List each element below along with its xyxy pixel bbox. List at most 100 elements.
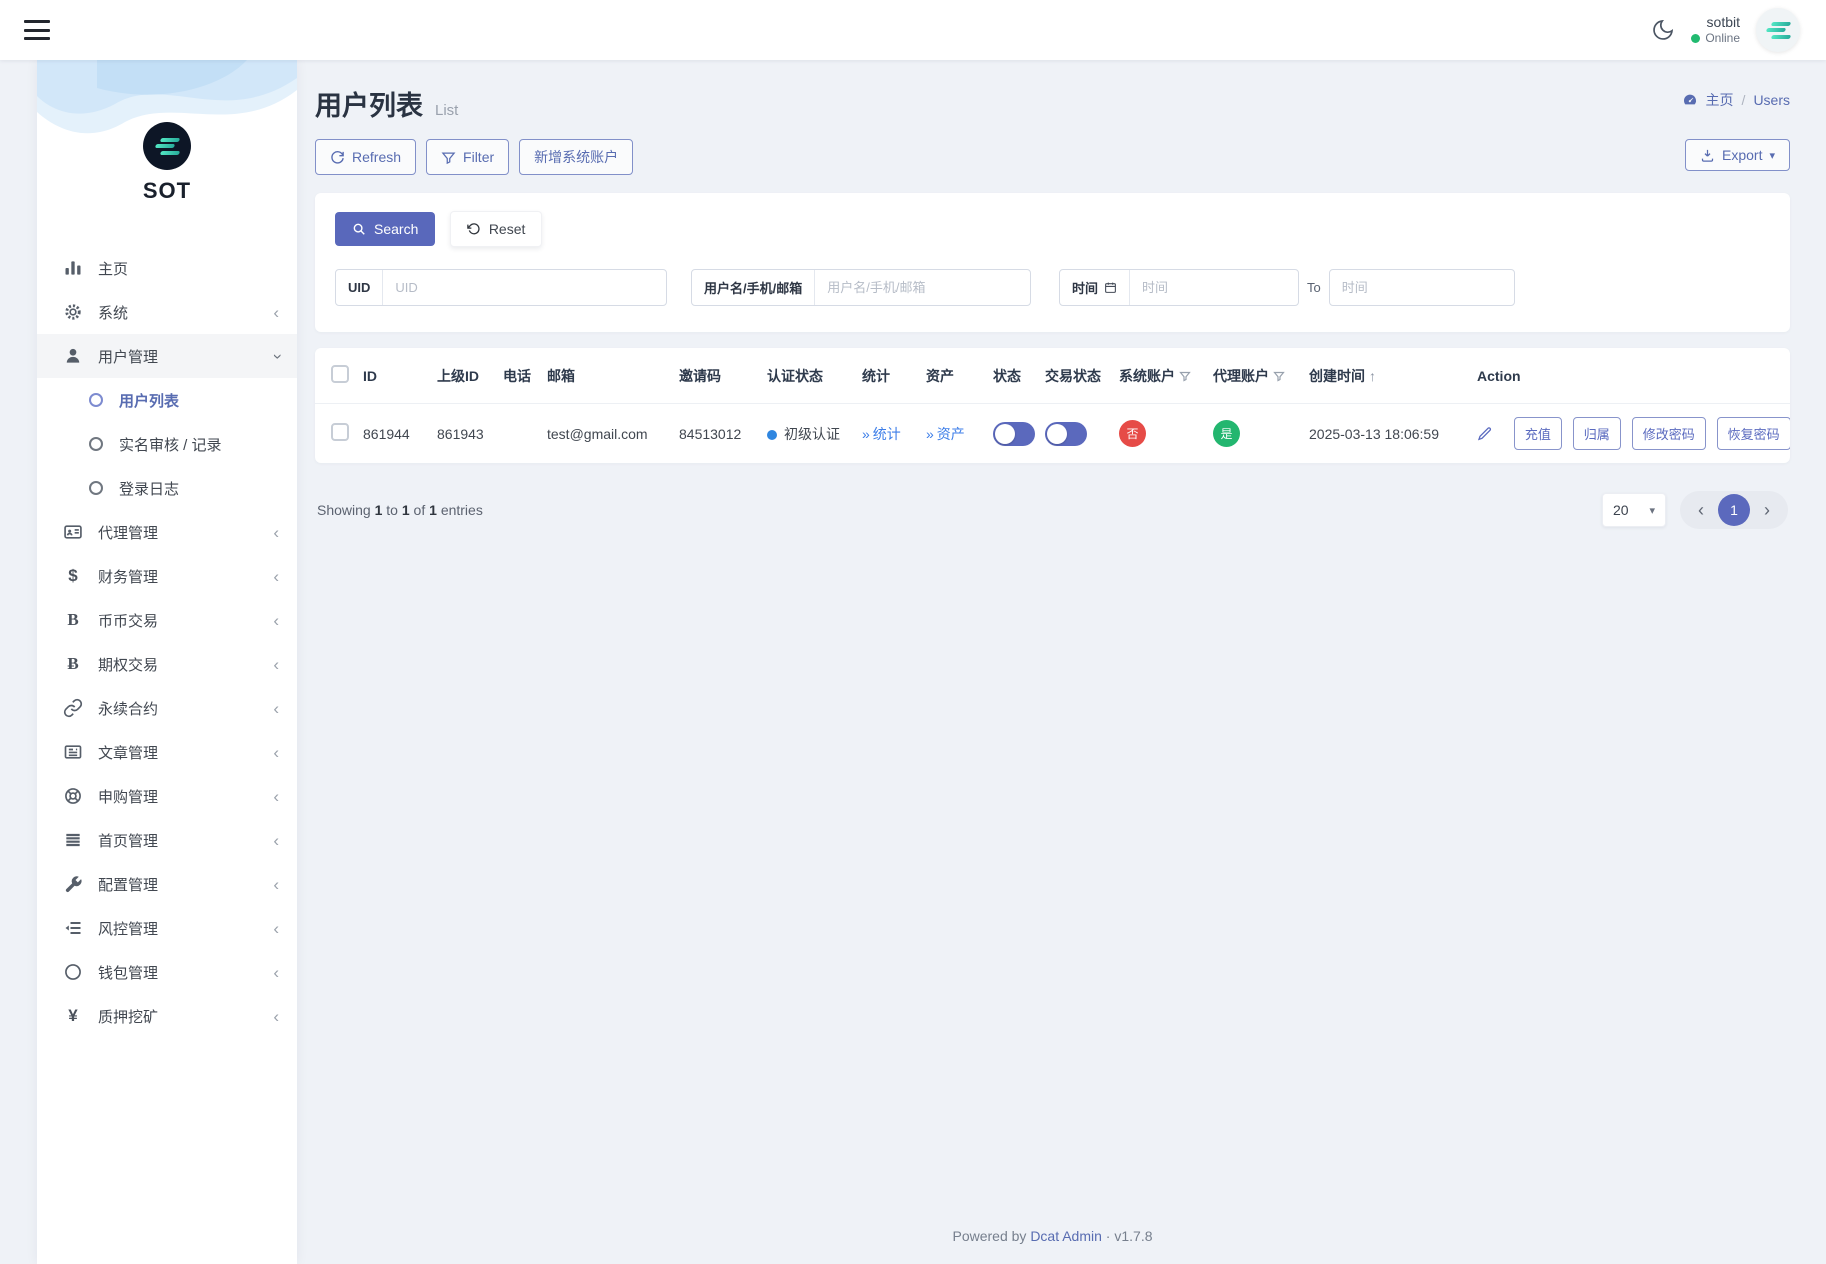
dollar-icon: $: [68, 566, 78, 585]
user-menu[interactable]: sotbit Online: [1691, 14, 1740, 45]
sidebar-item-homepage-management[interactable]: 首页管理 ‹: [37, 818, 297, 862]
sidebar-item-label: 首页管理: [98, 832, 159, 850]
column-filter-icon[interactable]: [1179, 369, 1191, 385]
add-system-account-button[interactable]: 新增系统账户: [519, 139, 634, 175]
sidebar-item-spot-trading[interactable]: B 币币交易 ‹: [37, 598, 297, 642]
sidebar-item-label: 实名审核 / 记录: [119, 436, 222, 454]
next-page-button[interactable]: ›: [1754, 500, 1780, 521]
sidebar-item-subscription-management[interactable]: 申购管理 ‹: [37, 774, 297, 818]
sidebar-item-login-logs[interactable]: 登录日志: [37, 466, 297, 510]
brand-name: SOT: [142, 178, 192, 203]
search-button[interactable]: Search: [335, 212, 436, 246]
breadcrumb-home-link[interactable]: 主页: [1706, 90, 1734, 110]
agent-account-badge: 是: [1213, 420, 1240, 447]
chevron-left-icon: ‹: [273, 918, 279, 938]
sidebar-item-system[interactable]: 系统 ‹: [37, 290, 297, 334]
assets-link-label: 资产: [936, 425, 965, 442]
bitcoin-icon: Ƀ: [67, 654, 79, 673]
sidebar-item-label: 质押挖矿: [98, 1008, 159, 1026]
sidebar-item-risk-management[interactable]: 风控管理 ‹: [37, 906, 297, 950]
refresh-button[interactable]: Refresh: [315, 139, 417, 175]
uid-input[interactable]: [382, 270, 653, 305]
cell-id: 861944: [357, 403, 431, 463]
double-angle-right-icon: »: [926, 425, 934, 442]
prev-page-button[interactable]: ‹: [1688, 500, 1714, 521]
cell-phone: [497, 403, 541, 463]
brand-logo: [143, 122, 191, 170]
download-icon: [1701, 149, 1714, 162]
col-phone: 电话: [503, 367, 531, 384]
edit-icon[interactable]: [1477, 427, 1493, 445]
sidebar-item-staking-mining[interactable]: ¥ 质押挖矿 ‹: [37, 994, 297, 1038]
chevron-left-icon: ‹: [273, 874, 279, 894]
select-all-checkbox[interactable]: [331, 365, 349, 383]
sidebar-item-options-trading[interactable]: Ƀ 期权交易 ‹: [37, 642, 297, 686]
restore-password-button[interactable]: 恢复密码: [1716, 417, 1790, 450]
assets-link[interactable]: » 资产: [926, 426, 965, 442]
time-start-filter-label: 时间: [1060, 278, 1129, 297]
topbar: sotbit Online: [0, 0, 1826, 60]
sidebar-item-label: 永续合约: [98, 700, 159, 718]
sidebar-item-agent-management[interactable]: 代理管理 ‹: [37, 510, 297, 554]
export-button[interactable]: Export ▾: [1685, 139, 1790, 171]
dark-mode-toggle[interactable]: [1651, 18, 1675, 42]
sidebar-item-config-management[interactable]: 配置管理 ‹: [37, 862, 297, 906]
account-filter-group: 用户名/手机/邮箱: [691, 269, 1031, 306]
change-password-button[interactable]: 修改密码: [1631, 417, 1706, 450]
caret-down-icon: ▾: [1649, 504, 1655, 517]
sidebar-item-perpetual-contracts[interactable]: 永续合约 ‹: [37, 686, 297, 730]
time-start-input[interactable]: [1129, 270, 1286, 305]
trade-status-toggle[interactable]: [1045, 421, 1087, 446]
uid-filter-label: UID: [348, 280, 371, 295]
col-id: ID: [363, 367, 377, 384]
chevron-down-icon: ‹: [266, 353, 286, 359]
sidebar-item-wallet-management[interactable]: 钱包管理 ‹: [37, 950, 297, 994]
sidebar-item-user-list[interactable]: 用户列表: [37, 378, 297, 422]
row-checkbox[interactable]: [331, 423, 349, 441]
page-subtitle: List: [435, 102, 459, 119]
col-system-account: 系统账户: [1113, 348, 1207, 404]
col-invite-code: 邀请码: [679, 367, 721, 384]
admin-app: sotbit Online SOT 主页 系统 ‹ 用户管理 ‹ 用户列表 实名…: [0, 0, 1826, 1264]
circle-icon: [63, 962, 83, 982]
sidebar-toggle-button[interactable]: [24, 20, 50, 40]
column-filter-icon[interactable]: [1273, 369, 1285, 385]
sidebar-item-finance-management[interactable]: $ 财务管理 ‹: [37, 554, 297, 598]
recharge-button[interactable]: 充值: [1513, 417, 1562, 450]
footer: Powered by Dcat Admin · v1.7.8: [315, 1212, 1790, 1254]
time-end-input[interactable]: [1329, 270, 1512, 305]
sidebar-item-label: 钱包管理: [98, 964, 159, 982]
page-number-active[interactable]: 1: [1718, 494, 1750, 526]
sidebar-item-label: 币币交易: [98, 612, 159, 630]
col-created-at-label: 创建时间: [1309, 367, 1365, 384]
avatar[interactable]: [1756, 8, 1800, 52]
letter-b-icon: B: [67, 610, 79, 629]
wrench-icon: [63, 874, 83, 894]
col-agent-account-label: 代理账户: [1213, 367, 1269, 384]
sidebar-item-article-management[interactable]: 文章管理 ‹: [37, 730, 297, 774]
sidebar-item-kyc-records[interactable]: 实名审核 / 记录: [37, 422, 297, 466]
stats-link[interactable]: » 统计: [862, 426, 901, 442]
breadcrumb-current: Users: [1753, 92, 1790, 108]
belong-button[interactable]: 归属: [1572, 417, 1621, 450]
footer-brand-link[interactable]: Dcat Admin: [1030, 1228, 1102, 1244]
col-status: 状态: [993, 367, 1021, 384]
status-toggle[interactable]: [993, 421, 1035, 446]
rotate-ccw-icon: [467, 223, 480, 235]
col-action: Action: [1477, 367, 1521, 384]
reset-button[interactable]: Reset: [449, 211, 543, 247]
per-page-select[interactable]: 20 ▾: [1602, 493, 1666, 527]
col-assets: 资产: [926, 367, 954, 384]
left-gutter: [0, 60, 37, 1264]
account-input[interactable]: [814, 270, 1030, 305]
sort-asc-icon[interactable]: ↑: [1369, 368, 1376, 384]
filter-button[interactable]: Filter: [426, 139, 510, 175]
sidebar-item-user-management[interactable]: 用户管理 ‹: [37, 334, 297, 378]
chevron-left-icon: ‹: [273, 302, 279, 322]
sidebar-item-home[interactable]: 主页: [37, 246, 297, 290]
system-account-badge: 否: [1119, 420, 1146, 447]
cell-actions: 充值 归属 修改密码 恢复密码: [1471, 403, 1790, 463]
footer-powered-by: Powered by: [952, 1228, 1027, 1244]
online-status: Online: [1705, 31, 1740, 46]
online-dot-icon: [1691, 33, 1701, 43]
